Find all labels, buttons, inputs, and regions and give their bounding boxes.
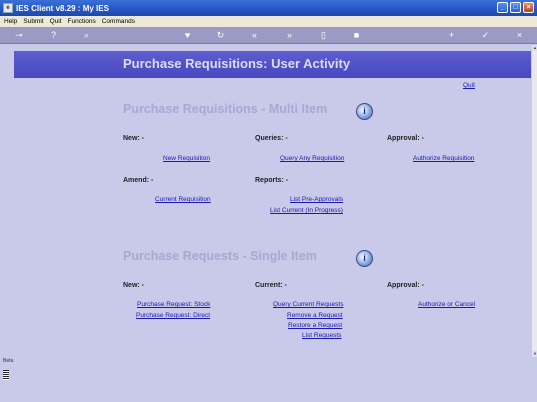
refresh-icon[interactable]: ↻ [215,30,226,41]
new-requisition-link[interactable]: New Requisition [163,155,210,162]
multi-approval-label: Approval: - [387,135,424,142]
side-logo-text: Beta [3,358,14,364]
stop-icon[interactable]: ■ [351,30,362,41]
list-pre-approvals-link[interactable]: List Pre-Approvals [290,196,343,203]
multi-info-icon[interactable]: i [356,103,373,120]
ies-logo-icon: e [3,3,13,13]
page-title: Purchase Requisitions: User Activity [14,51,532,78]
window-title: IES Client v8.29 : My IES [16,3,109,13]
query-any-requisition-link[interactable]: Query Any Requisition [280,155,344,162]
maximize-button[interactable]: □ [510,2,521,13]
back-icon[interactable]: « [249,30,260,41]
authorize-or-cancel-link[interactable]: Authorize or Cancel [418,301,475,308]
heart-icon[interactable]: ♥ [182,30,193,41]
close-icon[interactable]: × [514,30,525,41]
list-current-link[interactable]: List Current (In Progress) [270,207,343,214]
scroll-up-icon[interactable]: ▲ [532,45,537,51]
title-bar: e IES Client v8.29 : My IES _ □ × [0,0,537,16]
document-icon[interactable]: ▯ [318,30,329,41]
add-icon[interactable]: + [446,30,457,41]
window-controls: _ □ × [497,2,534,13]
query-current-requests-link[interactable]: Query Current Requests [273,301,343,308]
forward-icon[interactable]: » [284,30,295,41]
remove-request-link[interactable]: Remove a Request [287,312,343,319]
amend-label: Amend: - [123,177,154,184]
authorize-requisition-link[interactable]: Authorize Requisition [413,155,474,162]
single-new-label: New: - [123,282,144,289]
help-icon[interactable]: ? [48,30,59,41]
search-icon[interactable]: ⌕ [81,30,92,41]
menu-help[interactable]: Help [4,18,17,25]
multi-item-heading: Purchase Requisitions - Multi Item [123,102,328,116]
minimize-button[interactable]: _ [497,2,508,13]
key-icon[interactable]: ⊸ [10,30,28,41]
toolbar: ⊸ ? ⌕ ♥ ↻ « » ▯ ■ + ✓ × [0,27,537,44]
close-window-button[interactable]: × [523,2,534,13]
menu-submit[interactable]: Submit [23,18,43,25]
scroll-down-icon[interactable]: ▼ [532,351,537,357]
menu-quit[interactable]: Quit [50,18,62,25]
check-icon[interactable]: ✓ [480,30,491,41]
side-logo: Beta [3,358,13,382]
menu-commands[interactable]: Commands [102,18,135,25]
purchase-request-direct-link[interactable]: Purchase Request: Direct [136,312,210,319]
single-item-heading: Purchase Requests - Single Item [123,249,317,263]
menu-functions[interactable]: Functions [68,18,96,25]
list-requests-link[interactable]: List Requests [302,332,341,339]
multi-new-label: New: - [123,135,144,142]
single-approval-label: Approval: - [387,282,424,289]
restore-request-link[interactable]: Restore a Request [288,322,342,329]
current-requisition-link[interactable]: Current Requisition [155,196,211,203]
vertical-scrollbar[interactable]: ▲ ▼ [531,45,537,357]
main-panel: Purchase Requisitions: User Activity Qui… [3,45,532,402]
menu-bar: Help Submit Quit Functions Commands [0,16,537,27]
single-info-icon[interactable]: i [356,250,373,267]
multi-queries-label: Queries: - [255,135,288,142]
purchase-request-stock-link[interactable]: Purchase Request: Stock [137,301,210,308]
reports-label: Reports: - [255,177,289,184]
barcode-icon [3,370,9,380]
single-current-label: Current: - [255,282,287,289]
quit-link[interactable]: Quit [463,82,475,89]
